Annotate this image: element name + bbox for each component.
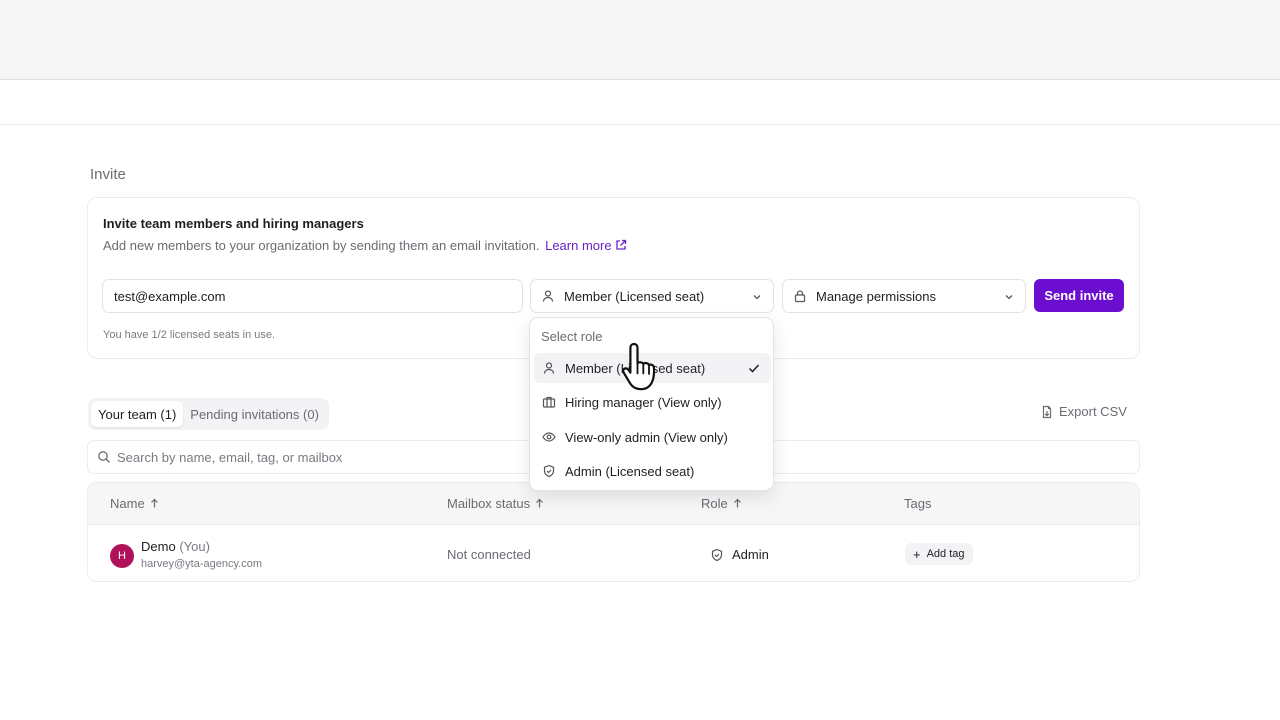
role-option-admin[interactable]: Admin (Licensed seat)	[534, 456, 771, 486]
seats-usage-note: You have 1/2 licensed seats in use.	[103, 329, 276, 341]
invite-description-text: Add new members to your organization by …	[103, 238, 540, 253]
role-option-label: Hiring manager (View only)	[565, 394, 722, 410]
chevron-down-icon	[1005, 295, 1013, 300]
external-link-icon	[615, 239, 626, 250]
learn-more-link[interactable]: Learn more	[545, 238, 626, 253]
team-tabs: Your team (1) Pending invitations (0)	[88, 398, 329, 430]
column-header-label: Tags	[904, 496, 932, 511]
you-label: (You)	[179, 539, 210, 554]
learn-more-label: Learn more	[545, 238, 612, 253]
permissions-select[interactable]: Manage permissions	[782, 279, 1026, 313]
permissions-select-label: Manage permissions	[816, 288, 936, 304]
shield-icon	[543, 464, 555, 478]
role-dropdown-header: Select role	[541, 329, 603, 344]
email-input[interactable]	[114, 288, 522, 304]
arrow-up-icon	[733, 498, 741, 508]
member-role: Admin	[710, 547, 769, 562]
column-header-label: Name	[110, 496, 145, 511]
tab-your-team[interactable]: Your team (1)	[91, 401, 184, 427]
chevron-down-icon	[753, 295, 761, 300]
column-header-mailbox-status[interactable]: Mailbox status	[447, 496, 545, 511]
role-option-label: Admin (Licensed seat)	[565, 463, 695, 479]
email-field[interactable]	[102, 279, 523, 313]
arrow-up-icon	[150, 498, 158, 508]
plus-icon: +	[913, 546, 921, 562]
user-icon	[542, 290, 554, 302]
top-app-bar	[0, 0, 1280, 80]
send-invite-button[interactable]: Send invite	[1034, 279, 1124, 312]
role-select-value: Member (Licensed seat)	[564, 288, 705, 304]
shield-icon	[711, 548, 723, 561]
invite-card-description: Add new members to your organization by …	[103, 238, 627, 253]
member-name-text: Demo	[141, 539, 176, 554]
role-option-label: View-only admin (View only)	[565, 429, 728, 445]
column-header-name[interactable]: Name	[110, 496, 160, 511]
arrow-up-icon	[536, 498, 544, 508]
checkmark-icon	[748, 364, 760, 373]
eye-icon	[542, 432, 556, 442]
column-header-tags: Tags	[904, 496, 931, 511]
mailbox-status: Not connected	[447, 547, 531, 562]
search-icon	[98, 451, 110, 463]
table-row[interactable]: H Demo (You) harvey@yta-agency.com Not c…	[88, 525, 1139, 581]
add-tag-button[interactable]: + Add tag	[905, 543, 973, 565]
export-csv-label: Export CSV	[1059, 404, 1127, 419]
hand-pointer-cursor-icon	[622, 342, 656, 391]
team-table: Name Mailbox status Role Tags H Demo (Yo…	[87, 482, 1140, 582]
section-title: Invite	[90, 166, 126, 183]
column-header-label: Mailbox status	[447, 496, 531, 511]
avatar: H	[110, 544, 134, 568]
add-tag-label: Add tag	[926, 548, 965, 560]
member-email: harvey@yta-agency.com	[141, 558, 263, 570]
export-csv-button[interactable]: Export CSV	[1040, 404, 1127, 419]
member-name: Demo (You)	[141, 539, 210, 554]
tab-pending-invitations[interactable]: Pending invitations (0)	[183, 401, 326, 427]
role-select[interactable]: Member (Licensed seat)	[530, 279, 774, 313]
briefcase-icon	[542, 396, 556, 408]
user-icon	[543, 362, 555, 374]
role-option-view-only-admin[interactable]: View-only admin (View only)	[534, 422, 771, 452]
file-download-icon	[1042, 405, 1052, 418]
column-header-role[interactable]: Role	[701, 496, 743, 511]
invite-card-title: Invite team members and hiring managers	[103, 216, 364, 231]
column-header-label: Role	[701, 496, 728, 511]
sub-header-bar	[0, 80, 1280, 125]
lock-icon	[794, 290, 806, 303]
member-role-label: Admin	[732, 547, 769, 562]
